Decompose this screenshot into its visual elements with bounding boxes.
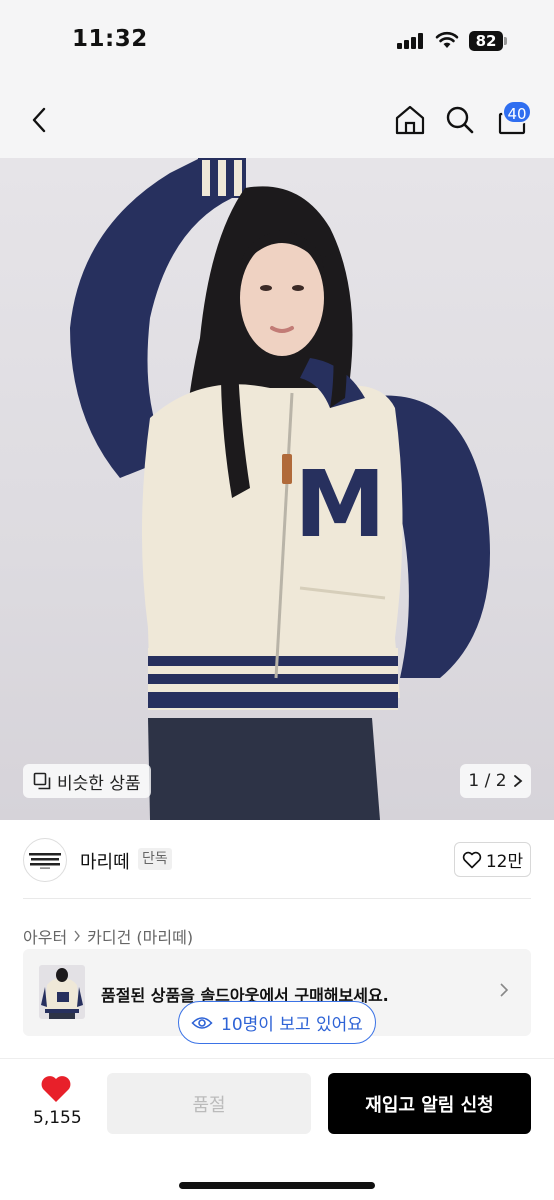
divider <box>23 898 531 899</box>
chevron-right-icon <box>513 775 522 787</box>
wifi-icon <box>435 31 459 48</box>
search-button[interactable] <box>442 102 478 138</box>
brand-name[interactable]: 마리떼 <box>80 848 130 874</box>
image-pager-button[interactable]: 1 / 2 <box>460 764 531 798</box>
eye-icon <box>191 1016 213 1029</box>
top-nav-bar <box>0 84 554 158</box>
soldout-button: 품절 <box>107 1073 311 1134</box>
viewers-count-pill: 10명이 보고 있어요 <box>178 1001 376 1044</box>
exclusive-tag: 단독 <box>138 848 172 870</box>
sweater-letter: M <box>294 451 386 558</box>
chevron-left-icon <box>32 107 46 133</box>
breadcrumb-parent[interactable]: 아우터 <box>23 924 67 948</box>
breadcrumb-child[interactable]: 카디건 (마리떼) <box>87 924 193 948</box>
cellular-signal-icon <box>397 33 423 49</box>
brand-logo[interactable] <box>23 838 67 882</box>
brand-like-count: 12만 <box>485 852 524 872</box>
product-image[interactable]: M <box>0 158 554 820</box>
status-bar: 11:32 82 <box>0 0 554 84</box>
home-button[interactable] <box>392 102 428 138</box>
battery-level: 82 <box>469 31 503 51</box>
similar-products-button[interactable]: 비슷한 상품 <box>23 764 151 798</box>
brand-row: 마리떼 단독 12만 <box>0 830 554 894</box>
heart-outline-icon <box>462 851 482 868</box>
chevron-right-icon <box>500 983 509 997</box>
status-time: 11:32 <box>72 26 148 52</box>
product-photo: M <box>70 158 490 820</box>
search-icon <box>446 106 474 134</box>
home-icon <box>395 105 425 135</box>
cart-count-badge: 40 <box>502 100 532 124</box>
chevron-right-icon <box>74 930 81 942</box>
home-indicator <box>179 1182 375 1189</box>
copy-icon <box>33 772 51 790</box>
back-button[interactable] <box>22 102 58 138</box>
soldout-thumbnail <box>39 965 85 1019</box>
brand-like-button[interactable]: 12만 <box>454 842 531 877</box>
viewers-count-label: 10명이 보고 있어요 <box>221 1015 363 1035</box>
similar-products-label: 비슷한 상품 <box>57 773 141 794</box>
breadcrumb: 아우터 카디건 (마리떼) <box>23 924 193 948</box>
image-pager-label: 1 / 2 <box>468 771 507 791</box>
restock-alert-button[interactable]: 재입고 알림 신청 <box>328 1073 531 1134</box>
brand-logo-mark <box>29 853 61 869</box>
battery-icon: 82 <box>469 31 507 51</box>
product-like-count: 5,155 <box>33 1108 82 1128</box>
heart-filled-icon[interactable] <box>40 1074 72 1104</box>
